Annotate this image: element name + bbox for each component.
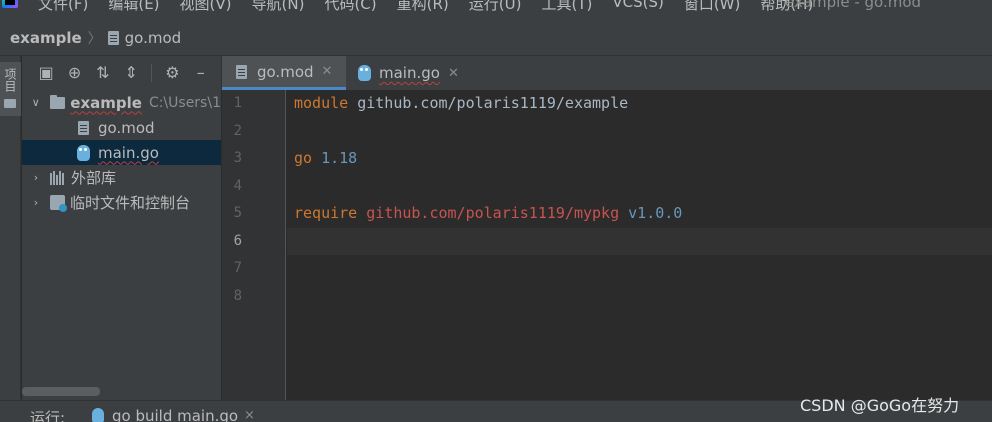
horizontal-scrollbar[interactable] xyxy=(22,387,100,396)
menu-items: 文件(F) 编辑(E) 视图(V) 导航(N) 代码(C) 重构(R) 运行(U… xyxy=(38,0,833,14)
tree-item-label: main.go xyxy=(98,143,159,162)
chevron-right-icon[interactable]: › xyxy=(28,171,44,184)
code-module-path: github.com/polaris1119/example xyxy=(357,94,629,112)
line-number: 2 xyxy=(233,123,242,139)
goland-logo-icon[interactable] xyxy=(2,0,18,8)
window-title: example - go.mod xyxy=(785,0,922,11)
close-icon[interactable]: ✕ xyxy=(448,66,459,81)
line-number: 7 xyxy=(233,260,242,276)
menu-code[interactable]: 代码(C) xyxy=(324,0,376,14)
tree-item-scratches[interactable]: › 临时文件和控制台 xyxy=(22,190,221,215)
menu-file[interactable]: 文件(F) xyxy=(38,0,88,14)
run-config-tab[interactable]: go build main.go xyxy=(112,407,238,422)
chevron-down-icon[interactable]: ∨ xyxy=(28,96,44,109)
line-number: 4 xyxy=(233,178,242,194)
tree-item-path: C:\Users\1 xyxy=(148,94,221,111)
code-dependency-path: github.com/polaris1119/mypkg xyxy=(366,204,620,222)
toolbar-divider xyxy=(151,64,153,82)
tab-go-mod[interactable]: go.mod ✕ xyxy=(222,56,346,90)
menu-navigate[interactable]: 导航(N) xyxy=(252,0,305,14)
breadcrumb-separator-icon: 〉 xyxy=(87,30,102,47)
project-pane: ▣ ⊕ ⇅ ⇕ ⚙ – ∨ example C:\Users\1 go.mod … xyxy=(22,56,221,400)
code-keyword: require xyxy=(294,204,358,222)
gear-icon[interactable]: ⚙ xyxy=(164,64,180,82)
code-go-version: 1.18 xyxy=(321,149,358,167)
close-icon[interactable]: ✕ xyxy=(322,64,333,79)
code-keyword: module xyxy=(294,94,349,112)
folder-icon xyxy=(49,94,66,109)
file-icon xyxy=(78,120,89,135)
menu-refactor[interactable]: 重构(R) xyxy=(397,0,449,14)
expand-all-icon[interactable]: ⇅ xyxy=(95,64,111,82)
breadcrumb-project[interactable]: example xyxy=(10,29,82,47)
folder-icon xyxy=(4,99,16,108)
menu-window[interactable]: 窗口(W) xyxy=(684,0,741,14)
breadcrumb: example 〉 go.mod xyxy=(0,20,992,56)
current-line-highlight xyxy=(287,228,992,255)
left-tool-strip: 项目 xyxy=(0,56,21,422)
tab-label: main.go xyxy=(379,64,440,82)
line-number: 1 xyxy=(233,95,242,111)
library-icon xyxy=(50,170,66,185)
file-icon xyxy=(107,30,119,45)
chevron-right-icon[interactable]: › xyxy=(28,196,44,209)
menu-run[interactable]: 运行(U) xyxy=(469,0,522,14)
tree-item-label: 临时文件和控制台 xyxy=(70,194,191,212)
tab-main-go[interactable]: main.go ✕ xyxy=(346,56,470,90)
code-line-1: module github.com/polaris1119/example xyxy=(294,94,628,112)
hide-icon[interactable]: – xyxy=(193,64,209,82)
tree-item-label: example xyxy=(70,93,142,112)
code-keyword: go xyxy=(294,149,313,167)
tree-item-label: 外部库 xyxy=(71,169,117,187)
menu-edit[interactable]: 编辑(E) xyxy=(108,0,159,14)
menu-bar: 文件(F) 编辑(E) 视图(V) 导航(N) 代码(C) 重构(R) 运行(U… xyxy=(0,0,992,20)
tab-label: go.mod xyxy=(257,62,314,81)
menu-view[interactable]: 视图(V) xyxy=(180,0,232,14)
gopher-icon xyxy=(358,65,371,81)
tree-item-root[interactable]: ∨ example C:\Users\1 xyxy=(22,90,221,115)
gopher-icon xyxy=(92,408,104,422)
breadcrumb-file[interactable]: go.mod xyxy=(125,29,182,47)
collapse-all-icon[interactable]: ⇕ xyxy=(123,64,139,82)
menu-tools[interactable]: 工具(T) xyxy=(541,0,592,14)
line-number-gutter: 1 2 3 4 5 6 7 8 xyxy=(222,90,286,400)
code-dependency-version: v1.0.0 xyxy=(628,204,683,222)
locate-file-icon[interactable]: ⊕ xyxy=(66,64,82,82)
scratches-icon xyxy=(50,195,67,212)
tree-item-go-mod[interactable]: go.mod xyxy=(22,115,221,140)
line-number: 8 xyxy=(233,288,242,304)
gopher-icon xyxy=(77,144,90,161)
close-icon[interactable]: × xyxy=(244,408,255,422)
tree-item-external-libraries[interactable]: › 外部库 xyxy=(22,165,221,190)
code-editor[interactable]: module github.com/polaris1119/example go… xyxy=(287,90,992,400)
line-number: 5 xyxy=(233,205,242,221)
project-tool-tab-label: 项目 xyxy=(3,68,17,92)
project-view-dropdown-icon[interactable]: ▣ xyxy=(38,64,54,82)
tree-item-main-go[interactable]: main.go xyxy=(22,140,221,165)
tree-item-label: go.mod xyxy=(98,118,155,137)
file-icon xyxy=(236,64,247,79)
menu-vcs[interactable]: VCS(S) xyxy=(612,0,663,14)
line-number: 3 xyxy=(233,150,242,166)
project-pane-toolbar: ▣ ⊕ ⇅ ⇕ ⚙ – xyxy=(22,56,221,90)
watermark: CSDN @GoGo在努力 xyxy=(800,396,960,415)
editor-tab-bar: go.mod ✕ main.go ✕ xyxy=(221,56,992,90)
line-number-current: 6 xyxy=(233,233,242,249)
run-label: 运行: xyxy=(30,409,66,422)
code-line-5: require github.com/polaris1119/mypkg v1.… xyxy=(294,204,682,222)
code-line-3: go 1.18 xyxy=(294,149,357,167)
